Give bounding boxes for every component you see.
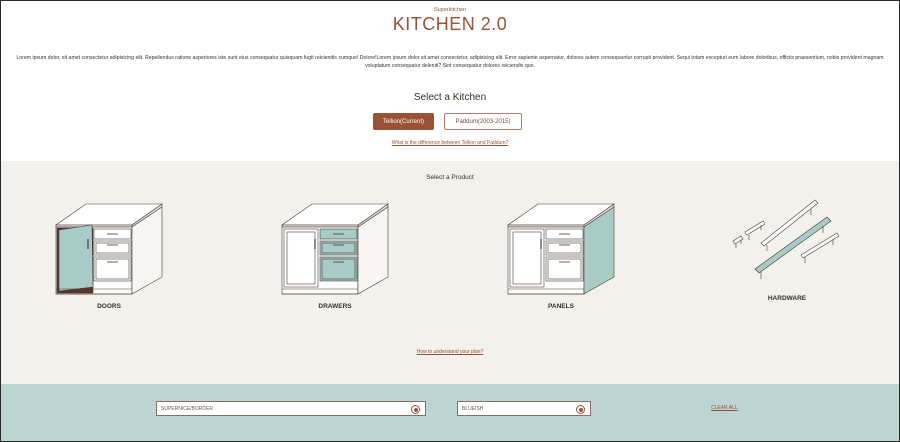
handles-hardware-icon: [732, 199, 840, 279]
product-section: Select a Product DOORS DRAWERS PANELS HA…: [1, 161, 899, 384]
brand-label: Superkitchen: [433, 7, 467, 13]
plan-help-link[interactable]: How to understand your plan?: [1, 349, 899, 355]
product-card-doors[interactable]: DOORS: [49, 199, 169, 311]
cabinet-panels-icon: [507, 203, 615, 295]
filter-bar: SUPERNICE/BORDER BLUEISH CLEAR ALL: [1, 384, 899, 441]
kitchen-tellion-button[interactable]: Tellion(Current): [373, 113, 434, 130]
kitchen-paddum-button[interactable]: Paddum(2003-2015): [444, 113, 522, 130]
page-description: Lorem ipsum dolor, sit amet consectetur …: [16, 55, 884, 69]
product-label-drawers: DRAWERS: [318, 303, 352, 310]
product-select-title: Select a Product: [426, 174, 474, 181]
product-card-panels[interactable]: PANELS: [501, 199, 621, 311]
product-label-doors: DOORS: [97, 303, 121, 310]
header-section: Superkitchen KITCHEN 2.0 Lorem ipsum dol…: [1, 1, 899, 161]
kitchen-difference-link[interactable]: What is the difference between Tellion a…: [1, 140, 899, 146]
radio-selected-icon[interactable]: [576, 405, 585, 414]
clear-all-link[interactable]: CLEAR ALL: [711, 405, 738, 411]
filter-label: BLUEISH: [462, 405, 484, 412]
product-card-drawers[interactable]: DRAWERS: [275, 199, 395, 311]
kitchen-select-title: Select a Kitchen: [413, 92, 487, 103]
filter-blueish[interactable]: BLUEISH: [457, 401, 591, 416]
page-frame: Superkitchen KITCHEN 2.0 Lorem ipsum dol…: [0, 0, 900, 442]
filter-supernice-border[interactable]: SUPERNICE/BORDER: [156, 401, 426, 416]
cabinet-drawers-icon: [281, 203, 389, 295]
product-card-hardware[interactable]: HARDWARE: [727, 199, 847, 311]
radio-selected-icon[interactable]: [411, 405, 420, 414]
filter-label: SUPERNICE/BORDER: [161, 405, 213, 412]
product-label-hardware: HARDWARE: [767, 295, 807, 302]
product-label-panels: PANELS: [548, 303, 574, 310]
cabinet-doors-icon: [55, 203, 163, 295]
page-title: KITCHEN 2.0: [392, 14, 508, 34]
